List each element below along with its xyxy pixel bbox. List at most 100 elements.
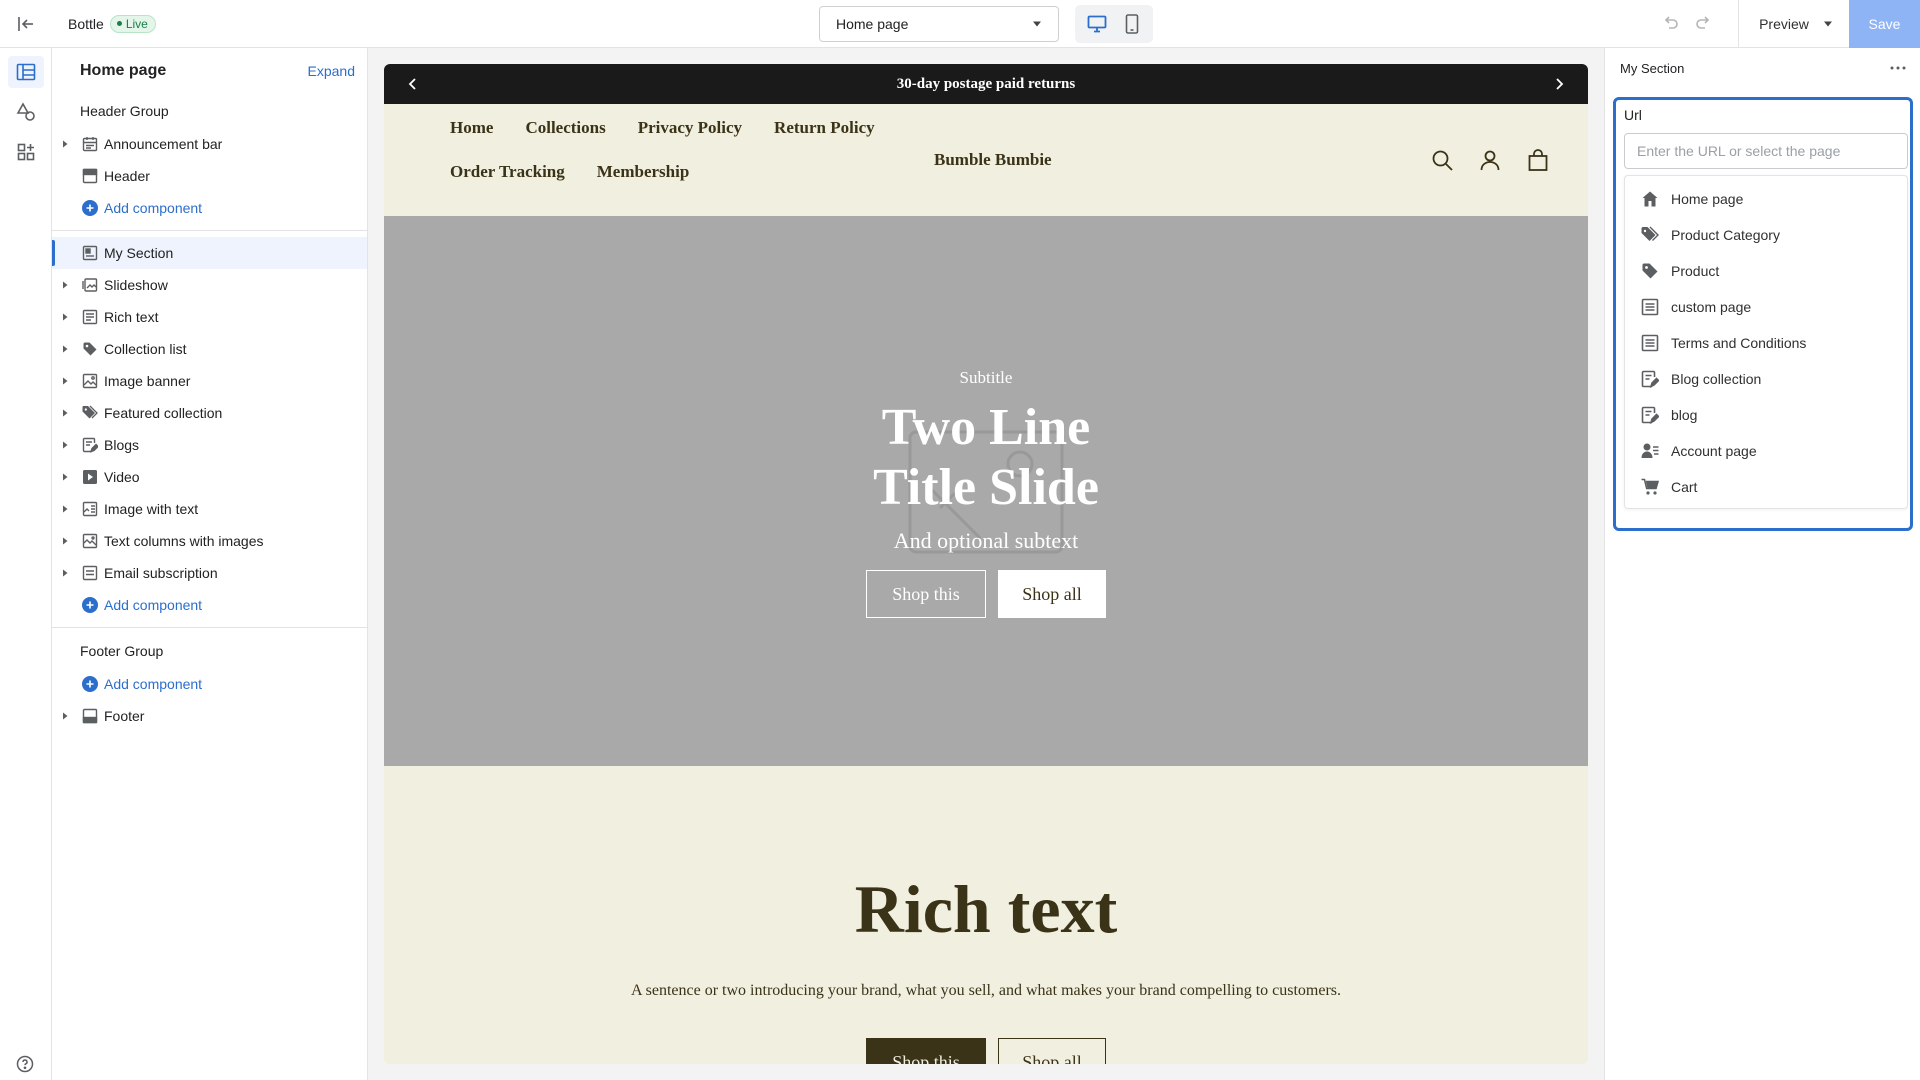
option-blog-collection[interactable]: Blog collection [1625, 361, 1907, 397]
tree-item-blogs[interactable]: Blogs [52, 429, 367, 461]
history-controls [1660, 12, 1714, 32]
plus-circle-icon [82, 200, 98, 216]
shop-this-button[interactable]: Shop this [866, 1038, 986, 1064]
tree-item-label: Rich text [104, 309, 159, 325]
caret-right-icon[interactable] [61, 140, 69, 148]
caret-right-icon[interactable] [61, 712, 69, 720]
caret-right-icon[interactable] [61, 345, 69, 353]
desktop-icon [1087, 15, 1106, 33]
save-button[interactable]: Save [1849, 0, 1920, 48]
slideshow-section[interactable]: Subtitle Two Line Title Slide And option… [384, 216, 1588, 766]
nav-link-collections[interactable]: Collections [525, 118, 605, 138]
nav-link-membership[interactable]: Membership [597, 162, 690, 182]
tree-item-featured-collection[interactable]: Featured collection [52, 397, 367, 429]
caret-right-icon[interactable] [61, 281, 69, 289]
status-label: Live [125, 16, 148, 31]
store-brand[interactable]: Bumble Bumbie [934, 150, 1052, 170]
redo-icon[interactable] [1694, 12, 1714, 32]
nav-link-privacy-policy[interactable]: Privacy Policy [638, 118, 742, 138]
divider [52, 230, 367, 231]
image-text-icon [82, 501, 98, 517]
tree-item-my-section[interactable]: My Section [52, 237, 367, 269]
option-account-page[interactable]: Account page [1625, 433, 1907, 469]
help-icon[interactable] [16, 1055, 34, 1073]
caret-right-icon[interactable] [61, 409, 69, 417]
slide-buttons: Shop this Shop all [866, 570, 1106, 618]
theme-settings-nav-button[interactable] [8, 96, 44, 128]
tree-item-image-banner[interactable]: Image banner [52, 365, 367, 397]
chevron-right-icon[interactable] [1554, 77, 1564, 91]
caret-right-icon[interactable] [61, 537, 69, 545]
tree-item-rich-text[interactable]: Rich text [52, 301, 367, 333]
settings-panel: My Section Url Home page Product Categor… [1604, 48, 1920, 1080]
announcement-bar[interactable]: 30-day postage paid returns [384, 64, 1588, 104]
add-component-button[interactable]: Add component [52, 589, 367, 621]
option-product[interactable]: Product [1625, 253, 1907, 289]
page-options-dropdown: Home page Product Category Product custo… [1624, 175, 1908, 509]
caret-right-icon[interactable] [61, 313, 69, 321]
option-cart[interactable]: Cart [1625, 469, 1907, 505]
page-select[interactable]: Home page [819, 6, 1059, 42]
more-options-icon[interactable] [1890, 66, 1906, 70]
add-component-label: Add component [104, 676, 203, 692]
mobile-view-button[interactable] [1116, 8, 1148, 40]
url-input[interactable] [1624, 133, 1908, 169]
option-product-category[interactable]: Product Category [1625, 217, 1907, 253]
caret-right-icon[interactable] [61, 569, 69, 577]
add-component-button[interactable]: Add component [52, 192, 367, 224]
shapes-icon [16, 102, 35, 121]
tree-item-slideshow[interactable]: Slideshow [52, 269, 367, 301]
tree-item-video[interactable]: Video [52, 461, 367, 493]
shop-this-button[interactable]: Shop this [866, 570, 986, 618]
caret-right-icon[interactable] [61, 441, 69, 449]
tree-item-collection-list[interactable]: Collection list [52, 333, 367, 365]
account-icon[interactable] [1478, 148, 1502, 172]
desktop-view-button[interactable] [1081, 8, 1113, 40]
option-custom-page[interactable]: custom page [1625, 289, 1907, 325]
shop-all-button[interactable]: Shop all [998, 570, 1106, 618]
settings-header: My Section [1605, 48, 1920, 88]
tree-item-footer[interactable]: Footer [52, 700, 367, 732]
sections-nav-button[interactable] [8, 56, 44, 88]
tree-item-image-with-text[interactable]: Image with text [52, 493, 367, 525]
caret-right-icon[interactable] [61, 505, 69, 513]
page-icon [1641, 298, 1659, 316]
tree-item-email-subscription[interactable]: Email subscription [52, 557, 367, 589]
nav-link-order-tracking[interactable]: Order Tracking [450, 162, 565, 182]
tree-item-text-columns-with-images[interactable]: Text columns with images [52, 525, 367, 557]
option-label: blog [1671, 407, 1698, 423]
apps-nav-button[interactable] [8, 136, 44, 168]
tree-item-announcement-bar[interactable]: Announcement bar [52, 128, 367, 160]
tree-item-header[interactable]: Header [52, 160, 367, 192]
nav-link-home[interactable]: Home [450, 118, 493, 138]
shop-all-button[interactable]: Shop all [998, 1038, 1106, 1064]
caret-down-icon [1823, 21, 1832, 27]
chevron-left-icon[interactable] [408, 77, 418, 91]
columns-icon [82, 533, 98, 549]
tag-icon [83, 342, 97, 356]
preview-button[interactable]: Preview [1746, 0, 1846, 48]
option-home-page[interactable]: Home page [1625, 181, 1907, 217]
option-blog[interactable]: blog [1625, 397, 1907, 433]
cart-icon [1641, 478, 1659, 495]
store-name: Bottle [68, 15, 104, 32]
add-component-button[interactable]: Add component [52, 668, 367, 700]
caret-right-icon[interactable] [61, 377, 69, 385]
exit-editor-icon[interactable] [0, 0, 52, 48]
shop-header[interactable]: Home Collections Privacy Policy Return P… [384, 104, 1588, 216]
caret-right-icon[interactable] [61, 473, 69, 481]
nav-link-return-policy[interactable]: Return Policy [774, 118, 875, 138]
rich-text-section[interactable]: Rich text A sentence or two introducing … [384, 766, 1588, 1064]
search-icon[interactable] [1430, 148, 1454, 172]
slide-subtitle: Subtitle [959, 368, 1013, 387]
undo-icon[interactable] [1660, 12, 1680, 32]
url-field-label: Url [1624, 107, 1642, 123]
option-terms-and-conditions[interactable]: Terms and Conditions [1625, 325, 1907, 361]
blog-icon [82, 437, 98, 453]
expand-link[interactable]: Expand [308, 63, 355, 79]
bag-icon[interactable] [1526, 148, 1550, 172]
mobile-icon [1125, 14, 1138, 34]
tree-item-label: Slideshow [104, 277, 168, 293]
rich-text-body: A sentence or two introducing your brand… [630, 982, 1342, 999]
tree-item-label: Footer [104, 708, 145, 724]
